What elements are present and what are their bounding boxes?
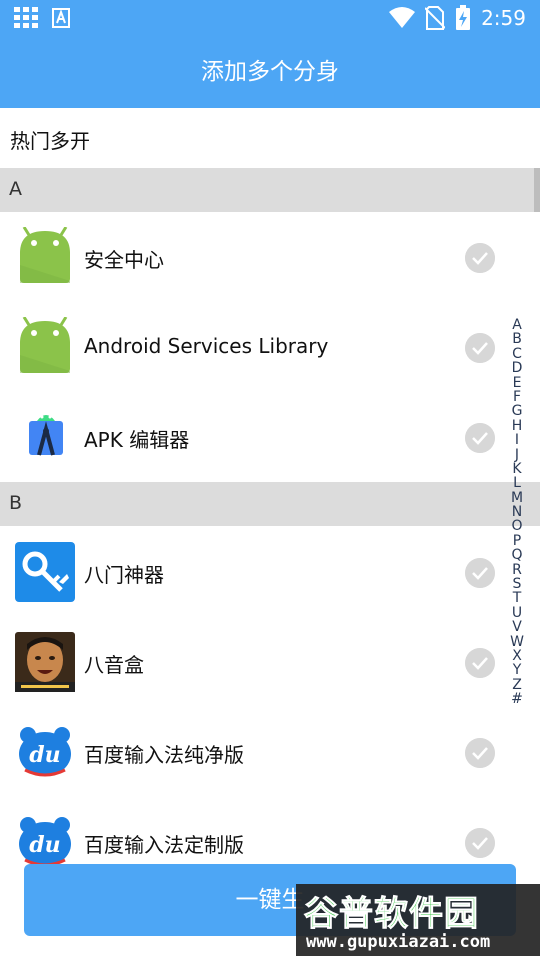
index-letter[interactable]: L <box>513 476 521 491</box>
check-icon[interactable] <box>465 558 495 588</box>
battery-charging-icon <box>456 5 471 30</box>
app-row-anquan-zhongxin[interactable]: 安全中心 <box>0 212 540 302</box>
app-row-android-services-library[interactable]: Android Services Library <box>0 302 540 392</box>
apps-grid-icon <box>14 7 38 28</box>
index-letter[interactable]: S <box>513 577 522 592</box>
section-header-b: B <box>0 482 540 526</box>
index-letter[interactable]: A <box>512 318 522 333</box>
app-bar: 添加多个分身 <box>0 36 540 108</box>
app-name: APK 编辑器 <box>84 428 190 452</box>
section-letter: B <box>9 492 23 514</box>
watermark-title: 谷普软件园 <box>304 894 479 935</box>
index-letter[interactable]: # <box>511 692 523 707</box>
app-row-bayinhe[interactable]: 八音盒 <box>0 617 540 707</box>
index-letter[interactable]: Z <box>512 677 522 692</box>
check-icon[interactable] <box>465 333 495 363</box>
no-sim-icon <box>425 6 446 30</box>
font-a-icon <box>52 8 70 28</box>
index-letter[interactable]: Q <box>511 548 522 563</box>
watermark-logo: 谷普软件园 www.gupuxiazai.com <box>296 884 540 956</box>
index-letter[interactable]: B <box>512 332 522 347</box>
android-robot-icon <box>20 227 70 283</box>
android-studio-icon <box>29 415 63 456</box>
alphabet-index-bar[interactable]: A B C D E F G H I J K L M N O P Q R S T U V W X Y Z # <box>506 318 528 707</box>
hot-section-header: 热门多开 <box>0 108 540 168</box>
index-letter[interactable]: R <box>512 562 522 577</box>
index-letter[interactable]: I <box>515 433 519 448</box>
index-letter[interactable]: G <box>512 404 523 419</box>
index-letter[interactable]: W <box>510 634 524 649</box>
hot-label: 热门多开 <box>10 129 90 153</box>
index-letter[interactable]: Y <box>513 663 522 678</box>
index-letter[interactable]: K <box>512 462 521 477</box>
android-robot-icon <box>20 317 70 373</box>
scrollbar-thumb[interactable] <box>534 168 540 212</box>
index-letter[interactable]: U <box>512 605 522 620</box>
app-row-apk-editor[interactable]: APK 编辑器 <box>0 392 540 482</box>
key-wrench-icon <box>15 542 75 602</box>
watermark-url: www.gupuxiazai.com <box>306 932 491 952</box>
app-name: Android Services Library <box>84 334 329 358</box>
svg-text:du: du <box>29 742 60 768</box>
check-icon[interactable] <box>465 423 495 453</box>
section-header-a: A <box>0 168 540 212</box>
index-letter[interactable]: V <box>512 620 522 635</box>
status-time: 2:59 <box>481 6 526 30</box>
index-letter[interactable]: J <box>515 447 519 462</box>
app-name: 安全中心 <box>84 248 164 272</box>
check-icon[interactable] <box>465 738 495 768</box>
index-letter[interactable]: C <box>512 346 522 361</box>
index-letter[interactable]: N <box>512 505 522 520</box>
app-name: 百度输入法纯净版 <box>84 743 244 767</box>
index-letter[interactable]: X <box>512 649 522 664</box>
index-letter[interactable]: T <box>513 591 522 606</box>
app-name: 八门神器 <box>84 563 164 587</box>
face-photo-icon <box>15 632 75 692</box>
svg-text:du: du <box>29 832 60 858</box>
baidu-du-icon: du <box>19 727 71 777</box>
check-icon[interactable] <box>465 828 495 858</box>
status-bar: 2:59 <box>0 0 540 36</box>
app-row-baidu-input-pure[interactable]: du 百度输入法纯净版 <box>0 707 540 797</box>
app-name: 八音盒 <box>84 653 144 677</box>
index-letter[interactable]: D <box>512 361 523 376</box>
index-letter[interactable]: F <box>513 390 521 405</box>
index-letter[interactable]: O <box>511 519 522 534</box>
index-letter[interactable]: M <box>511 490 523 505</box>
index-letter[interactable]: H <box>512 418 523 433</box>
page-title: 添加多个分身 <box>201 59 339 85</box>
wifi-icon <box>389 7 416 28</box>
button-label: 一键生 <box>235 887 305 913</box>
app-name: 百度输入法定制版 <box>84 833 244 857</box>
index-letter[interactable]: E <box>513 375 522 390</box>
section-letter: A <box>9 178 22 200</box>
check-icon[interactable] <box>465 243 495 273</box>
baidu-du-icon: du <box>19 817 71 867</box>
app-row-bamen-shenqi[interactable]: 八门神器 <box>0 527 540 617</box>
check-icon[interactable] <box>465 648 495 678</box>
index-letter[interactable]: P <box>513 533 521 548</box>
